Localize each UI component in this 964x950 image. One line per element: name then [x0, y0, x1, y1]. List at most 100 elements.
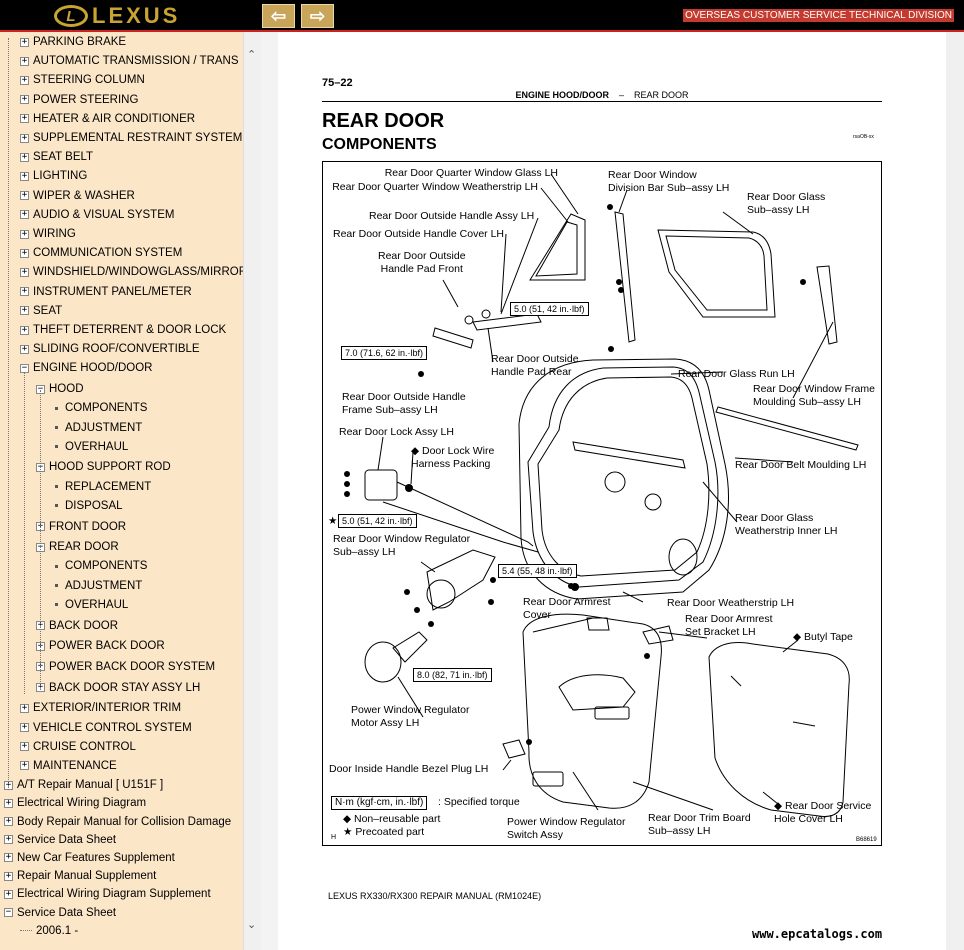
tree-item[interactable]: + BACK DOOR [36, 617, 118, 635]
tree-item[interactable]: + WIPER & WASHER [20, 187, 135, 205]
tree-item[interactable]: + VEHICLE CONTROL SYSTEM [20, 719, 192, 737]
tree-item[interactable]: COMPONENTS [52, 557, 147, 575]
tree-item[interactable]: + Electrical Wiring Diagram [4, 794, 146, 812]
expand-icon[interactable]: + [20, 287, 29, 297]
tree-item[interactable]: + FRONT DOOR [36, 518, 126, 536]
tree-leaf-icon [52, 501, 61, 510]
tree-item[interactable]: + Body Repair Manual for Collision Damage [4, 813, 231, 831]
expand-icon[interactable]: + [20, 171, 29, 181]
door-panel-shape [527, 366, 719, 588]
expand-icon[interactable]: + [20, 703, 29, 713]
label-belt-moulding: Rear Door Belt Moulding LH [735, 459, 867, 471]
tree-item[interactable]: − HOOD [36, 380, 84, 398]
expand-icon[interactable]: + [20, 761, 29, 771]
tree-item[interactable]: + COMMUNICATION SYSTEM [20, 244, 182, 262]
expand-icon[interactable]: + [20, 152, 29, 162]
tree-item-label: REAR DOOR [49, 541, 119, 554]
glass-shape [657, 229, 776, 318]
tree-item[interactable]: OVERHAUL [52, 596, 128, 614]
expand-icon[interactable]: + [4, 889, 13, 899]
expand-icon[interactable]: + [20, 191, 29, 201]
title-bar: L LEXUS ⇦ ⇨ OVERSEAS CUSTOMER SERVICE TE… [0, 0, 964, 32]
back-button[interactable]: ⇦ [262, 4, 295, 28]
tree-item[interactable]: ADJUSTMENT [52, 419, 142, 437]
torque-box: 8.0 (82, 71 in.·lbf) [413, 668, 492, 682]
tree-item[interactable]: + SLIDING ROOF/CONVERTIBLE [20, 340, 200, 358]
expand-icon[interactable]: + [20, 344, 29, 354]
tree-item[interactable]: COMPONENTS [52, 399, 147, 417]
tree-item[interactable]: + HEATER & AIR CONDITIONER [20, 110, 195, 128]
tree-item-label: SEAT BELT [33, 151, 94, 164]
tree-item[interactable]: + SUPPLEMENTAL RESTRAINT SYSTEM [20, 129, 242, 147]
tree-item[interactable]: + THEFT DETERRENT & DOOR LOCK [20, 321, 226, 339]
scroll-up-icon[interactable]: ⌃ [247, 48, 256, 61]
tree-item[interactable]: DISPOSAL [52, 497, 123, 515]
tree-item[interactable]: ADJUSTMENT [52, 577, 142, 595]
expand-icon[interactable]: + [20, 723, 29, 732]
expand-icon[interactable]: + [4, 853, 13, 863]
expand-icon[interactable]: + [20, 306, 29, 316]
tree-item[interactable]: + AUTOMATIC TRANSMISSION / TRANS [20, 52, 239, 70]
forward-button[interactable]: ⇨ [301, 4, 334, 28]
expand-icon[interactable]: + [20, 248, 29, 258]
tree-item[interactable]: − HOOD SUPPORT ROD [36, 458, 171, 476]
tree-item[interactable]: + EXTERIOR/INTERIOR TRIM [20, 699, 181, 717]
collapse-icon[interactable]: − [4, 908, 13, 917]
expand-icon[interactable]: + [20, 95, 29, 105]
tree-item[interactable]: + POWER BACK DOOR SYSTEM [36, 658, 215, 676]
tree-leaf-icon [52, 581, 61, 590]
tree-item-label: COMMUNICATION SYSTEM [33, 247, 183, 260]
label-lock-assy: Rear Door Lock Assy LH [339, 426, 454, 438]
expand-icon[interactable]: + [20, 325, 29, 335]
tree-item[interactable]: + SEAT BELT [20, 148, 93, 166]
expand-icon[interactable]: + [20, 742, 29, 752]
tree-item[interactable]: 2006.1 - [20, 922, 78, 940]
expand-icon[interactable]: + [20, 56, 29, 66]
sidebar-scrollbar[interactable]: ⌃ ⌄ [243, 32, 262, 950]
tree-item[interactable]: + WIRING [20, 225, 76, 243]
tree-item[interactable]: + Electrical Wiring Diagram Supplement [4, 885, 211, 903]
expand-icon[interactable]: + [4, 871, 13, 881]
expand-icon[interactable]: + [20, 37, 29, 47]
tree-item[interactable]: − REAR DOOR [36, 538, 119, 556]
tree-item[interactable]: REPLACEMENT [52, 478, 151, 496]
scroll-down-icon[interactable]: ⌄ [247, 918, 256, 931]
navigation-tree: + PARKING BRAKE + AUTOMATIC TRANSMISSION / … [0, 32, 243, 950]
tree-leaf-icon [52, 482, 61, 491]
tree-item[interactable]: + BACK DOOR STAY ASSY LH [36, 679, 200, 697]
tree-item[interactable]: + MAINTENANCE [20, 757, 117, 775]
legend-unit-box: N·m (kgf·cm, in.·lbf) [331, 796, 428, 810]
tree-item[interactable]: + AUDIO & VISUAL SYSTEM [20, 206, 174, 224]
document-scrollbar[interactable] [946, 32, 964, 950]
tree-item[interactable]: + PARKING BRAKE [20, 33, 126, 51]
running-head-section: ENGINE HOOD/DOOR [515, 90, 609, 100]
label-weatherstrip-inner: Rear Door Glass Weatherstrip Inner LH [735, 512, 838, 537]
tree-item[interactable]: + INSTRUMENT PANEL/METER [20, 283, 192, 301]
tree-item[interactable]: − Service Data Sheet [4, 904, 116, 922]
expand-icon[interactable]: + [20, 133, 29, 143]
expand-icon[interactable]: + [20, 210, 29, 220]
expand-icon[interactable]: + [4, 798, 13, 808]
expand-icon[interactable]: + [20, 75, 29, 85]
tree-item[interactable]: − ENGINE HOOD/DOOR [20, 359, 152, 377]
expand-icon[interactable]: + [20, 267, 29, 277]
tree-item[interactable]: + SEAT [20, 302, 62, 320]
tree-item[interactable]: OVERHAUL [52, 438, 128, 456]
tree-item[interactable]: + Service Data Sheet [4, 831, 116, 849]
tree-item[interactable]: + New Car Features Supplement [4, 849, 175, 867]
legend-h: H [331, 834, 337, 841]
expand-icon[interactable]: + [20, 114, 29, 124]
tree-item[interactable]: + Repair Manual Supplement [4, 867, 156, 885]
tree-item[interactable]: + WINDSHIELD/WINDOWGLASS/MIRROR [20, 263, 243, 281]
expand-icon[interactable]: + [20, 229, 29, 239]
tree-item[interactable]: + LIGHTING [20, 167, 87, 185]
expand-icon[interactable]: + [4, 817, 13, 826]
tree-item[interactable]: + POWER STEERING [20, 91, 138, 109]
tree-item[interactable]: + A/T Repair Manual [ U151F ] [4, 776, 163, 794]
label-trim-board: Rear Door Trim Board Sub–assy LH [648, 812, 751, 837]
tree-item[interactable]: + CRUISE CONTROL [20, 738, 136, 756]
tree-item[interactable]: + STEERING COLUMN [20, 71, 145, 89]
tree-item-label: PARKING BRAKE [33, 36, 127, 48]
expand-icon[interactable]: + [4, 835, 13, 845]
tree-item[interactable]: + POWER BACK DOOR [36, 637, 165, 655]
